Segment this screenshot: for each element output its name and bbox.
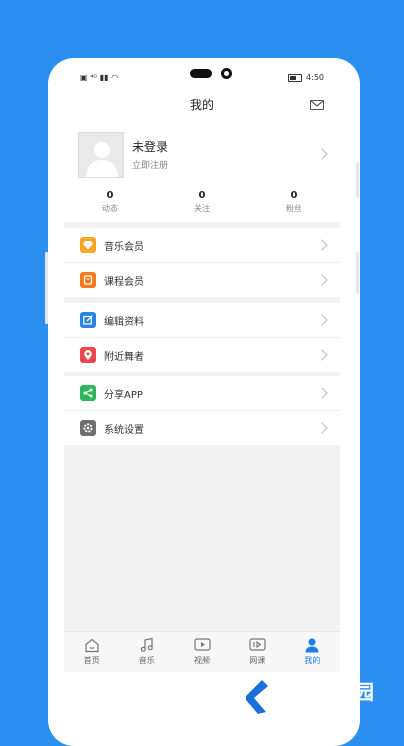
stat-label: 关注 — [194, 204, 210, 213]
user-icon — [285, 636, 340, 654]
stat-label: 动态 — [102, 204, 118, 213]
stat-following[interactable]: 0 关注 — [156, 190, 248, 214]
chevron-right-icon — [316, 349, 328, 361]
register-link[interactable]: 立即注册 — [132, 158, 168, 171]
avatar[interactable] — [78, 132, 124, 178]
tab-online-course[interactable]: 网课 — [230, 632, 285, 672]
signal-indicators: ▣ ⁴ᴳ ▮▮ ◠ — [80, 73, 118, 82]
course-badge-icon — [80, 272, 96, 288]
stats-row: 0 动态 0 关注 0 粉丝 — [64, 190, 340, 214]
chevron-right-icon — [316, 387, 328, 399]
tab-home[interactable]: 首页 — [64, 632, 119, 672]
stat-value: 0 — [198, 190, 206, 201]
tab-label: 音乐 — [138, 656, 155, 665]
home-icon — [64, 636, 119, 654]
status-bar: ▣ ⁴ᴳ ▮▮ ◠ 4:50 — [64, 64, 340, 90]
menu-item-course-membership[interactable]: 课程会员 — [64, 262, 340, 297]
default-avatar-icon — [86, 142, 118, 177]
menu-item-system-settings[interactable]: 系统设置 — [64, 410, 340, 445]
page-title: 我的 — [189, 98, 214, 112]
tab-label: 视频 — [194, 656, 210, 665]
power-key — [356, 252, 359, 294]
bottom-tab-bar: 首页 音乐 视频 网课 我的 — [64, 631, 340, 672]
tab-label: 首页 — [83, 656, 100, 665]
tab-music[interactable]: 音乐 — [119, 632, 174, 672]
menu-item-label: 系统设置 — [104, 425, 144, 436]
side-key-left — [45, 252, 48, 324]
chevron-right-icon — [316, 314, 328, 326]
chevron-right-icon — [316, 274, 328, 286]
tab-label: 我的 — [304, 656, 321, 665]
menu-item-label: 分享APP — [104, 390, 143, 401]
chevron-right-icon — [316, 422, 328, 434]
site-watermark: 柯翰软件园 KEHAN88.COM — [226, 672, 404, 720]
menu-group-membership: 音乐会员 课程会员 — [64, 228, 340, 297]
menu-item-label: 编辑资料 — [104, 317, 144, 328]
stat-fans[interactable]: 0 粉丝 — [248, 190, 340, 214]
stat-value: 0 — [290, 190, 298, 201]
front-camera — [221, 68, 232, 79]
username: 未登录 — [132, 140, 169, 154]
online-course-icon — [230, 636, 285, 654]
menu-item-share-app[interactable]: 分享APP — [64, 376, 340, 410]
stat-posts[interactable]: 0 动态 — [64, 190, 156, 214]
profile-card[interactable]: 未登录 立即注册 0 动态 0 关注 0 粉丝 — [64, 120, 340, 222]
mail-icon[interactable] — [310, 100, 324, 110]
location-pin-icon — [80, 347, 96, 363]
stat-label: 粉丝 — [286, 204, 302, 213]
tab-mine[interactable]: 我的 — [285, 632, 340, 672]
app-screen: ▣ ⁴ᴳ ▮▮ ◠ 4:50 我的 未登录 立即注册 0 动态 0 关注 0 粉… — [64, 64, 340, 672]
menu-item-music-membership[interactable]: 音乐会员 — [64, 228, 340, 262]
watermark-text: 柯翰软件园 — [270, 680, 375, 704]
menu-item-nearby-dancers[interactable]: 附近舞者 — [64, 337, 340, 372]
clock: 4:50 — [306, 73, 324, 82]
status-right: 4:50 — [288, 73, 324, 82]
signal-icons: ▣ ⁴ᴳ ▮▮ ◠ — [80, 73, 119, 82]
chevron-right-icon — [316, 239, 328, 251]
settings-icon — [80, 420, 96, 436]
video-icon — [174, 636, 229, 654]
earpiece — [190, 69, 212, 78]
tab-label: 网课 — [249, 656, 266, 665]
edit-icon — [80, 312, 96, 328]
page-header: 我的 — [64, 90, 340, 120]
menu-group-system: 分享APP 系统设置 — [64, 376, 340, 445]
diamond-icon — [80, 237, 96, 253]
chevron-right-icon — [316, 148, 328, 160]
tab-video[interactable]: 视频 — [174, 632, 229, 672]
menu-item-label: 音乐会员 — [104, 242, 144, 253]
watermark-logo-icon — [234, 678, 268, 714]
watermark-url: KEHAN88.COM — [272, 703, 324, 711]
battery-icon — [288, 73, 303, 82]
menu-item-label: 课程会员 — [104, 277, 144, 288]
menu-item-edit-profile[interactable]: 编辑资料 — [64, 303, 340, 337]
share-icon — [80, 385, 96, 401]
music-note-icon — [119, 636, 174, 654]
stat-value: 0 — [106, 190, 114, 201]
menu-item-label: 附近舞者 — [104, 352, 144, 363]
menu-group-profile: 编辑资料 附近舞者 — [64, 303, 340, 372]
volume-key — [356, 162, 359, 198]
